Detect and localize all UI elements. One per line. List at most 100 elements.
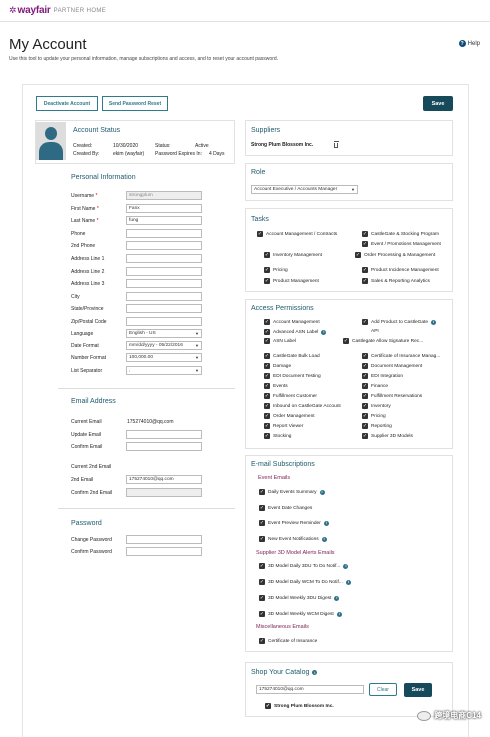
info-icon[interactable]: i — [334, 595, 340, 601]
access-permission-checkbox[interactable]: ✓ Document Management — [362, 363, 422, 369]
task-checkbox[interactable]: ✓ Order Processing & Management — [355, 252, 435, 258]
role-select[interactable]: Account Executive / Accounts Manager ▼ — [251, 185, 358, 194]
access-permission-checkbox[interactable]: ✓ EDI Document Testing — [264, 373, 321, 379]
confirm-2nd-email-field[interactable] — [126, 488, 202, 497]
number-format-label: Number Format — [71, 355, 107, 361]
address3-field[interactable] — [126, 279, 202, 288]
subscription-checkbox[interactable]: ✓ 3D Model Daily WCM To Do Notif... i — [259, 579, 351, 585]
divider — [58, 388, 235, 389]
access-permission-checkbox[interactable]: ✓ Inbound on CastleGate Account — [264, 403, 341, 409]
access-permission-checkbox[interactable]: ✓ Stocking — [264, 433, 291, 439]
subscription-checkbox[interactable]: ✓ 3D Model Weekly WCM Digest i — [259, 611, 342, 617]
subscription-checkbox[interactable]: ✓ Certificate of Insurance — [259, 638, 317, 644]
deactivate-account-button[interactable]: Deactivate Account — [36, 96, 98, 111]
language-select[interactable]: English - US ▼ — [126, 329, 202, 338]
info-icon[interactable]: i — [336, 611, 342, 617]
subscription-checkbox[interactable]: ✓ 3D Model Daily 3DU To Do Notif... i — [259, 563, 349, 569]
number-format-select[interactable]: 100,000.00 ▼ — [126, 353, 202, 362]
help-link[interactable]: ? Help — [458, 40, 480, 47]
catalog-save-button[interactable]: Save — [404, 683, 432, 697]
address2-field[interactable] — [126, 267, 202, 276]
info-icon[interactable]: i — [431, 319, 437, 325]
access-permission-checkbox[interactable]: ✓ EDI Integration — [362, 373, 403, 379]
send-password-reset-button[interactable]: Send Password Reset — [102, 96, 168, 111]
access-permission-checkbox[interactable]: ✓ Account Management — [264, 319, 320, 325]
address1-field[interactable] — [126, 254, 202, 263]
subscription-checkbox[interactable]: ✓ New Event Notifications i — [259, 536, 327, 542]
list-separator-select[interactable]: , ▼ — [126, 366, 202, 375]
shop-catalog-heading: Shop Your Catalog i — [251, 669, 318, 676]
task-checkbox[interactable]: ✓ Sales & Reporting Analytics — [362, 278, 430, 284]
task-checkbox[interactable]: ✓ Pricing — [264, 267, 288, 273]
task-checkbox[interactable]: ✓ CastleGate & Stocking Program — [362, 231, 439, 237]
save-button[interactable]: Save — [423, 96, 453, 111]
created-label: Created: — [73, 143, 93, 149]
confirm-password-field[interactable] — [126, 547, 202, 556]
access-permission-checkbox[interactable]: ✓API — [371, 329, 379, 334]
phone-field[interactable] — [126, 229, 202, 238]
info-icon[interactable]: i — [319, 489, 325, 495]
subscription-checkbox[interactable]: ✓ 3D Model Weekly 3DU Digest i — [259, 595, 340, 601]
access-permission-checkbox[interactable]: ✓ Advanced ASN Label i — [264, 329, 327, 335]
update-email-field[interactable] — [126, 430, 202, 439]
catalog-email-field[interactable]: 175274010@qq.com — [256, 685, 364, 694]
wayfair-star-icon: ✲ — [9, 5, 17, 15]
access-permission-checkbox[interactable]: ✓ Damage — [264, 363, 291, 369]
trash-icon[interactable] — [333, 141, 339, 148]
access-permission-checkbox[interactable]: ✓ Add Product to CastleGate i — [362, 319, 437, 325]
tasks-heading: Tasks — [251, 216, 269, 223]
access-permission-checkbox[interactable]: ✓ Reporting — [362, 423, 392, 429]
access-permission-checkbox[interactable]: ✓ Report Viewer — [264, 423, 303, 429]
access-permission-checkbox[interactable]: ✓ Pricing — [362, 413, 386, 419]
email-subscriptions-heading: E-mail Subscriptions — [251, 461, 315, 468]
info-icon[interactable]: i — [345, 579, 351, 585]
info-icon[interactable]: i — [321, 329, 327, 335]
role-heading: Role — [251, 169, 266, 176]
task-checkbox[interactable]: ✓ Account Management / Contracts — [257, 231, 337, 237]
access-permission-checkbox[interactable]: ✓ Order Management — [264, 413, 315, 419]
date-format-select[interactable]: mm/dd/yyyy - 05/22/2016 ▼ — [126, 341, 202, 350]
access-permission-checkbox[interactable]: ✓ Fulfillment Customer — [264, 393, 317, 399]
access-permission-checkbox[interactable]: ✓ ASN Label — [264, 338, 296, 344]
username-field[interactable]: strongplum — [126, 191, 202, 200]
chevron-down-icon: ▼ — [195, 343, 199, 348]
task-checkbox[interactable]: ✓ Product Incidence Management — [362, 267, 439, 273]
access-permission-checkbox[interactable]: ✓ CastleGate Bulk Load — [264, 353, 320, 359]
task-checkbox[interactable]: ✓ Product Management — [264, 278, 319, 284]
personal-info-heading: Personal Information — [71, 174, 136, 181]
2nd-email-field[interactable]: 175274010@qq.com — [126, 475, 202, 484]
access-permission-checkbox[interactable]: ✓ Fulfillment Reservations — [362, 393, 422, 399]
change-password-field[interactable] — [126, 535, 202, 544]
second-phone-field[interactable] — [126, 241, 202, 250]
state-field[interactable] — [126, 304, 202, 313]
last-name-field[interactable]: fung — [126, 216, 202, 225]
task-checkbox[interactable]: ✓ Inventory Management — [264, 252, 322, 258]
info-icon[interactable]: i — [312, 670, 318, 675]
subscription-checkbox[interactable]: ✓ Event Preview Reminder i — [259, 520, 329, 526]
page-description: Use this tool to update your personal in… — [9, 56, 279, 62]
info-icon[interactable]: i — [321, 536, 327, 542]
access-permission-checkbox[interactable]: ✓ Finance — [362, 383, 388, 389]
subscription-checkbox[interactable]: ✓ Daily Events Summary i — [259, 489, 325, 495]
task-checkbox[interactable]: ✓ Event / Promotions Management — [362, 241, 441, 247]
info-icon[interactable]: i — [323, 520, 329, 526]
access-permission-checkbox[interactable]: ✓ Supplier 3D Models — [362, 433, 413, 439]
access-permission-checkbox[interactable]: ✓ Events — [264, 383, 288, 389]
zip-field[interactable] — [126, 317, 202, 326]
state-label: State/Province — [71, 306, 104, 312]
status-label: Status: — [155, 143, 171, 149]
address3-label: Address Line 3 — [71, 281, 105, 287]
change-password-label: Change Password — [71, 537, 112, 543]
wayfair-logo[interactable]: wayfair — [18, 5, 51, 16]
access-permission-checkbox[interactable]: ✓ Castlegate Allow Signature Rec... — [343, 338, 423, 344]
info-icon[interactable]: i — [343, 563, 349, 569]
suppliers-heading: Suppliers — [251, 127, 281, 134]
catalog-supplier-checkbox[interactable]: ✓ Strong Plum Blossom Inc. — [265, 703, 334, 709]
subscription-checkbox[interactable]: ✓ Event Date Changes — [259, 505, 312, 511]
access-permission-checkbox[interactable]: ✓ Inventory — [362, 403, 391, 409]
access-permission-checkbox[interactable]: ✓ Certificate of Insurance Manag... — [362, 353, 440, 359]
city-field[interactable] — [126, 292, 202, 301]
first-name-field[interactable]: Fanx — [126, 204, 202, 213]
clear-button[interactable]: Clear — [369, 683, 397, 696]
confirm-email-field[interactable] — [126, 442, 202, 451]
